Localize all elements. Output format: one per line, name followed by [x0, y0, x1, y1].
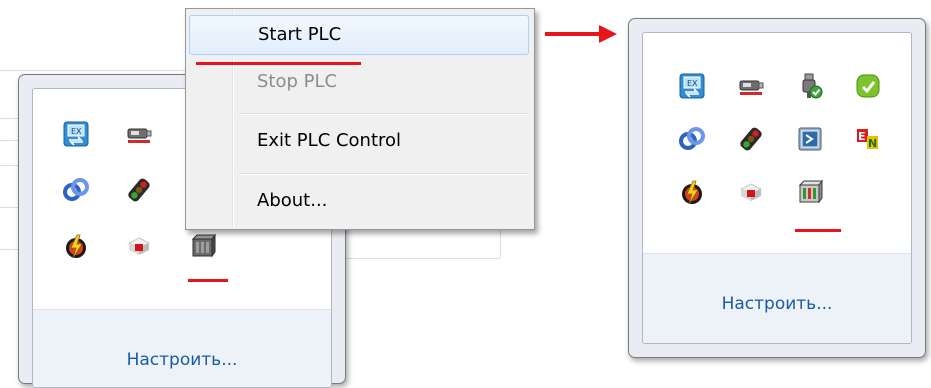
menu-item-start-plc[interactable]: Start PLC: [189, 15, 529, 55]
traffic-light-icon[interactable]: [738, 126, 764, 152]
bolt-gear-icon[interactable]: [63, 233, 89, 259]
link-icon[interactable]: [679, 126, 705, 152]
red-cube-icon[interactable]: [126, 233, 152, 259]
svg-text:E: E: [858, 130, 866, 143]
en-keyboard-icon[interactable]: E N: [855, 126, 881, 152]
usb-drive-icon[interactable]: [738, 73, 764, 99]
menu-separator: [238, 113, 530, 115]
menu-item-exit-plc-control[interactable]: Exit PLC Control: [189, 122, 529, 162]
menu-item-label: Exit PLC Control: [257, 130, 402, 151]
xtrans-icon[interactable]: EX: [63, 121, 89, 147]
menu-item-stop-plc[interactable]: Stop PLC: [189, 63, 529, 103]
usb-plug-check-icon[interactable]: [797, 73, 823, 99]
menu-item-about[interactable]: About...: [189, 182, 529, 222]
bolt-gear-icon[interactable]: [679, 179, 705, 205]
tray-footer-right: Настроить...: [643, 253, 911, 343]
svg-text:N: N: [868, 137, 877, 150]
tray-overflow-right: EX E N Настроить...: [628, 18, 926, 358]
traffic-light-icon[interactable]: [126, 177, 152, 203]
plc-running-icon[interactable]: [797, 179, 823, 205]
plc-context-menu: Start PLC Stop PLC Exit PLC Control Abou…: [185, 8, 535, 230]
customize-link-right[interactable]: Настроить...: [643, 294, 911, 314]
red-cube-icon[interactable]: [738, 179, 764, 205]
menu-item-label: Stop PLC: [257, 71, 338, 92]
tray-footer-left: Настроить...: [33, 309, 331, 387]
xtrans-icon[interactable]: EX: [679, 73, 705, 99]
highlight-underline-tray-left: [188, 279, 228, 282]
red-arrow-icon: [545, 25, 617, 43]
highlight-underline-start-plc: [196, 62, 361, 65]
customize-link-left[interactable]: Настроить...: [33, 350, 331, 370]
menu-item-label: Start PLC: [258, 24, 342, 45]
menu-separator: [238, 173, 530, 175]
usb-drive-icon[interactable]: [126, 121, 152, 147]
highlight-underline-tray-right: [795, 229, 841, 232]
svg-text:EX: EX: [71, 127, 82, 136]
link-icon[interactable]: [63, 177, 89, 203]
menu-item-label: About...: [257, 190, 328, 211]
terminal-icon[interactable]: [797, 126, 823, 152]
svg-text:EX: EX: [687, 79, 698, 88]
plc-stopped-icon[interactable]: [190, 233, 216, 259]
green-sync-icon[interactable]: [855, 73, 881, 99]
